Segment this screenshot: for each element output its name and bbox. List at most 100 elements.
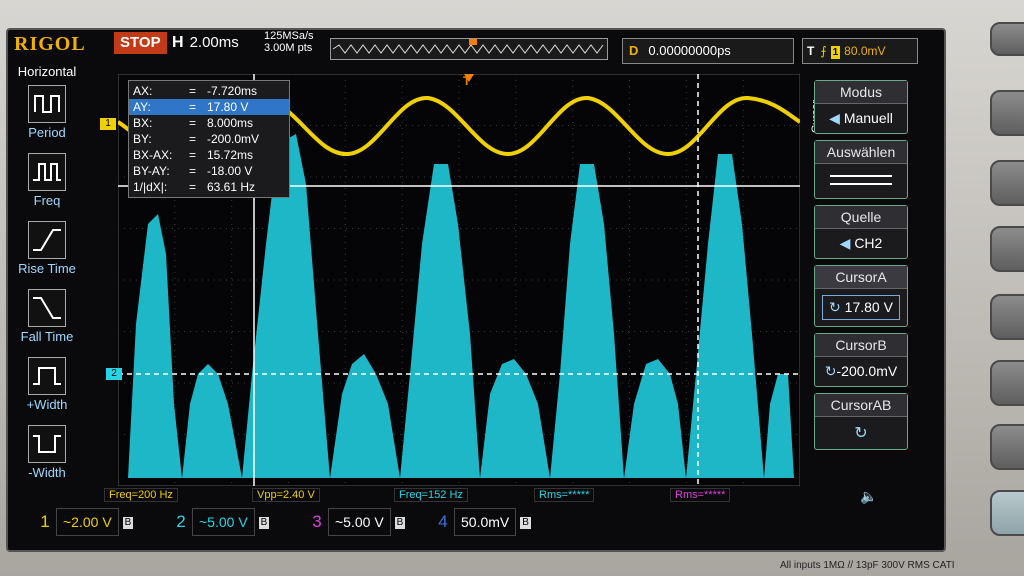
softkey-3-button[interactable]	[990, 160, 1024, 206]
cursor-b-value: ↻-200.0mV	[815, 357, 907, 386]
measure-fall-time-label: Fall Time	[20, 329, 74, 344]
ch1-ground-marker[interactable]: 1	[100, 118, 116, 130]
channel-2-status[interactable]: 2 ~5.00 VB	[170, 508, 270, 536]
readout-equals: =	[189, 132, 197, 146]
trigger-marker-label: T	[463, 74, 471, 88]
run-state-badge: STOP	[114, 32, 167, 54]
acquisition-info: 125MSa/s 3.00M pts	[264, 30, 314, 54]
measurement-item: Rms=*****	[534, 488, 595, 502]
input-rating-label: All inputs 1MΩ // 13pF 300V RMS CATI	[780, 560, 955, 571]
cursor-menu: Modus ◀ Manuell Auswählen Quelle ◀ CH2 C…	[808, 80, 908, 456]
ch1-marker-label: 1	[105, 118, 111, 129]
trigger-edge-icon: ⨍	[820, 44, 827, 58]
softkey-2-button[interactable]	[990, 90, 1024, 136]
trigger-marker: T	[463, 74, 470, 88]
sound-off-icon[interactable]: 🔈	[860, 488, 877, 505]
measure-rise-time-button[interactable]: Rise Time	[10, 221, 84, 289]
cursor-mode-label: Modus	[815, 81, 907, 104]
measure-freq-label: Freq	[33, 193, 61, 208]
measure-negative-width-button[interactable]: -Width	[10, 425, 84, 493]
channel-scale: 50.0mV	[454, 508, 517, 536]
bandwidth-limit-badge: B	[520, 517, 531, 530]
readout-key: AX:	[133, 84, 153, 98]
cursor-a-text: 17.80 V	[844, 299, 893, 315]
cursor-b-label: CursorB	[815, 334, 907, 357]
cursor-source-text: CH2	[854, 235, 883, 251]
readout-value: -18.00 V	[207, 164, 253, 178]
readout-equals: =	[189, 180, 197, 194]
readout-value: 15.72ms	[207, 148, 254, 162]
channel-number: 4	[438, 512, 448, 531]
chevron-left-icon: ◀	[829, 110, 844, 126]
trigger-level-value: 80.0mV	[844, 44, 886, 58]
cursor-select-button[interactable]: Auswählen	[814, 140, 908, 199]
readout-row-selected: AY: = 17.80 V	[129, 99, 289, 115]
cursor-lines-icon	[830, 175, 892, 185]
readout-key: BY-AY:	[133, 164, 170, 178]
readout-row: BX: = 8.000ms	[129, 115, 289, 131]
memory-overview-waveform	[332, 39, 604, 54]
readout-value: 8.000ms	[207, 116, 254, 130]
readout-equals: =	[189, 116, 197, 130]
cursor-source-button[interactable]: Quelle ◀ CH2	[814, 205, 908, 259]
cursor-ab-value: ↻	[815, 417, 907, 449]
cursor-ab-button[interactable]: CursorAB ↻	[814, 393, 908, 450]
sample-rate: 125MSa/s	[264, 30, 314, 42]
readout-row: 1/|dX|: = 63.61 Hz	[129, 179, 289, 195]
readout-value: -7.720ms	[207, 84, 258, 98]
readout-key: AY:	[133, 100, 151, 114]
readout-row: BY: = -200.0mV	[129, 131, 289, 147]
cursor-mode-button[interactable]: Modus ◀ Manuell	[814, 80, 908, 134]
softkey-7-button[interactable]	[990, 424, 1024, 470]
trigger-level-readout: T ⨍ 1 80.0mV	[802, 38, 918, 64]
channel-scale: ~5.00 V	[328, 508, 391, 536]
trigger-label: T	[807, 44, 815, 58]
measure-negative-width-label: -Width	[28, 465, 66, 480]
cursor-mode-value: ◀ Manuell	[815, 104, 907, 133]
readout-row: AX: = -7.720ms	[129, 83, 289, 99]
measure-menu: Horizontal Period Freq Rise Time Fall Ti…	[10, 64, 84, 504]
cursor-readout-panel: AX: = -7.720ms AY: = 17.80 V BX: = 8.000ms BY:…	[128, 80, 290, 198]
measurement-item: Vpp=2.40 V	[252, 488, 320, 502]
menu-off-button[interactable]	[990, 490, 1024, 536]
chevron-left-icon: ◀	[839, 235, 855, 251]
softkey-5-button[interactable]	[990, 294, 1024, 340]
ch2-marker-label: 2	[111, 368, 117, 379]
readout-key: BX:	[133, 116, 153, 130]
softkey-1-button[interactable]	[990, 22, 1024, 56]
measure-menu-title: Horizontal	[17, 64, 77, 79]
ch2-ground-marker[interactable]: 2	[106, 368, 122, 380]
trigger-position-value: 0.00000000ps	[648, 43, 731, 58]
softkey-6-button[interactable]	[990, 360, 1024, 406]
softkey-4-button[interactable]	[990, 226, 1024, 272]
channel-3-status[interactable]: 3 ~5.00 VB	[306, 508, 406, 536]
cursor-b-text: -200.0mV	[836, 363, 898, 379]
cursor-b-button[interactable]: CursorB ↻-200.0mV	[814, 333, 908, 387]
channel-number: 1	[40, 512, 50, 531]
frequency-icon	[28, 153, 66, 191]
measure-freq-button[interactable]: Freq	[10, 153, 84, 221]
readout-equals: =	[189, 164, 197, 178]
trigger-position-readout: D 0.00000000ps	[622, 38, 794, 64]
channel-1-status[interactable]: 1 ~2.00 VB	[34, 508, 134, 536]
channel-scale: ~2.00 V	[56, 508, 119, 536]
readout-equals: =	[189, 84, 197, 98]
rotate-icon: ↻	[854, 425, 868, 442]
negative-width-icon	[28, 425, 66, 463]
measure-fall-time-button[interactable]: Fall Time	[10, 289, 84, 357]
trigger-position-label: D	[629, 43, 639, 58]
channel-4-status[interactable]: 4 50.0mV B	[432, 508, 531, 536]
measure-positive-width-button[interactable]: +Width	[10, 357, 84, 425]
readout-value: 63.61 Hz	[207, 180, 256, 194]
measure-period-button[interactable]: Period	[10, 85, 84, 153]
brand-logo: RIGOL	[14, 33, 86, 55]
readout-key: 1/|dX|:	[133, 180, 168, 194]
readout-row: BY-AY: = -18.00 V	[129, 163, 289, 179]
cursor-ab-label: CursorAB	[815, 394, 907, 417]
trigger-source: 1	[830, 46, 841, 59]
measurement-item: Rms=*****	[670, 488, 731, 502]
channel-number: 3	[312, 512, 322, 531]
channel-number: 2	[176, 512, 186, 531]
timebase-label: H	[172, 34, 184, 51]
cursor-a-button[interactable]: CursorA ↻ 17.80 V	[814, 265, 908, 327]
